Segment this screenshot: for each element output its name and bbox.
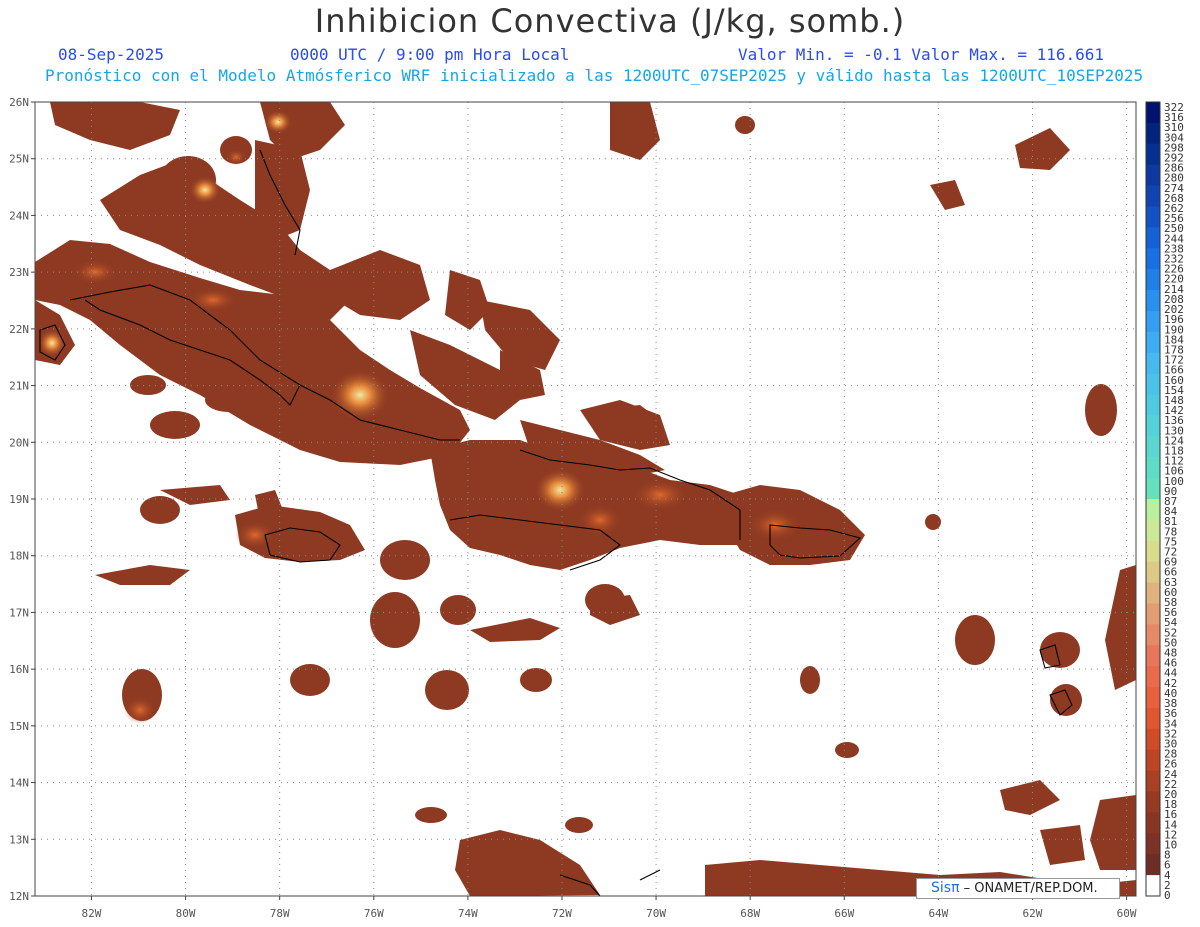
lat-label: 26N [9, 96, 29, 109]
lat-label: 13N [9, 833, 29, 846]
colorbar-swatch [1146, 728, 1160, 751]
colorbar-swatch [1146, 185, 1160, 207]
lon-label: 68W [740, 907, 760, 920]
lat-label: 20N [9, 436, 29, 449]
colorbar-swatch [1146, 833, 1160, 855]
colorbar-swatch [1146, 603, 1160, 625]
colorbar-swatch [1146, 394, 1160, 416]
colorbar-swatch [1146, 854, 1160, 876]
lon-label: 60W [1117, 907, 1137, 920]
colorbar-swatch [1146, 624, 1160, 646]
lon-label: 82W [82, 907, 102, 920]
colorbar-swatch [1146, 248, 1160, 270]
lat-label: 24N [9, 209, 29, 222]
latitude-labels: 26N 25N 24N 23N 22N 21N 20N 19N 18N 17N 16N 15N 14N 1… [9, 96, 35, 903]
colorbar-swatch [1146, 457, 1160, 479]
colorbar-swatch [1146, 206, 1160, 228]
colorbar-swatch [1146, 436, 1160, 458]
colorbar-swatch [1146, 164, 1160, 187]
lat-label: 23N [9, 266, 29, 279]
colorbar-swatch [1146, 812, 1160, 834]
lon-label: 66W [834, 907, 854, 920]
colorbar-swatch [1146, 331, 1160, 354]
colorbar-swatch [1146, 227, 1160, 249]
colorbar-swatch [1146, 791, 1160, 813]
colorbar-swatch [1146, 687, 1160, 709]
lat-label: 17N [9, 606, 29, 619]
colorbar-swatch [1146, 310, 1160, 333]
lon-label: 62W [1023, 907, 1043, 920]
colorbar-swatch [1146, 707, 1160, 730]
colorbar-swatch [1146, 143, 1160, 166]
lon-label: 74W [458, 907, 478, 920]
colorbar-swatch [1146, 666, 1160, 688]
lat-label: 21N [9, 380, 29, 393]
cin-field [35, 102, 1136, 896]
credit-box: Sisπ – ONAMET/REP.DOM. [916, 878, 1120, 899]
colorbar: 3223163103042982922862802742682622562502… [1145, 101, 1184, 902]
colorbar-swatch [1146, 122, 1160, 145]
colorbar-swatch [1146, 478, 1160, 500]
lon-label: 78W [270, 907, 290, 920]
longitude-labels: 82W 80W 78W 76W 74W 72W 70W 68W 66W 64W 62W 60W [82, 896, 1137, 920]
lon-label: 70W [646, 907, 666, 920]
colorbar-swatch [1146, 875, 1160, 897]
colorbar-swatch [1146, 102, 1160, 124]
lon-label: 64W [928, 907, 948, 920]
colorbar-swatch [1146, 645, 1160, 667]
lon-label: 72W [552, 907, 572, 920]
colorbar-swatch [1146, 352, 1160, 375]
colorbar-swatch [1146, 519, 1160, 542]
colorbar-swatch [1146, 749, 1160, 772]
colorbar-label: 0 [1164, 889, 1171, 902]
lat-label: 22N [9, 323, 29, 336]
colorbar-swatch [1146, 561, 1160, 584]
lat-label: 18N [9, 550, 29, 563]
colorbar-swatch [1146, 770, 1160, 793]
colorbar-swatch [1146, 269, 1160, 291]
credit-text: – ONAMET/REP.DOM. [963, 881, 1098, 896]
lat-label: 16N [9, 663, 29, 676]
lat-label: 12N [9, 890, 29, 903]
lon-label: 76W [364, 907, 384, 920]
colorbar-swatch [1146, 290, 1160, 312]
colorbar-swatch [1146, 540, 1160, 563]
colorbar-swatch [1146, 415, 1160, 437]
colorbar-swatch [1146, 373, 1160, 396]
lat-label: 14N [9, 777, 29, 790]
colorbar-swatch [1146, 499, 1160, 521]
lon-label: 80W [176, 907, 196, 920]
lat-label: 25N [9, 153, 29, 166]
colorbar-swatch [1146, 582, 1160, 604]
cin-map: 26N 25N 24N 23N 22N 21N 20N 19N 18N 17N 16N 15N 14N 1… [9, 96, 1184, 920]
lat-label: 19N [9, 493, 29, 506]
lat-label: 15N [9, 720, 29, 733]
sispi-logo: Sisπ [931, 880, 960, 896]
